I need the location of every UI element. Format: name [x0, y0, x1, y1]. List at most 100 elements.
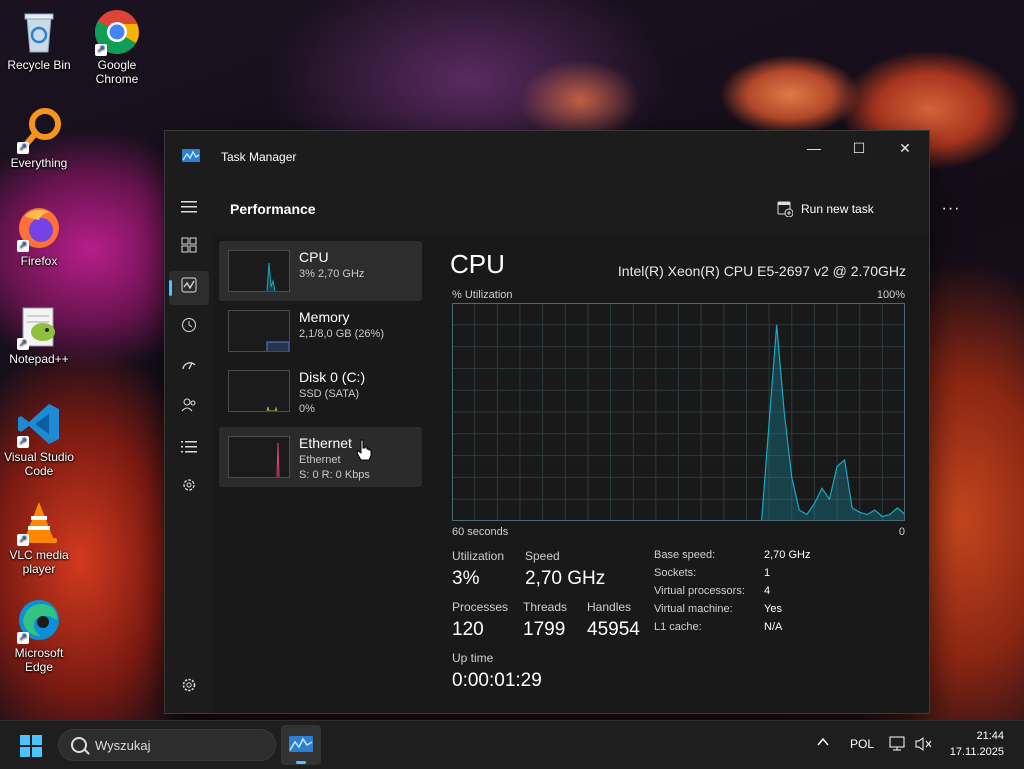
resource-name: Ethernet [299, 435, 352, 451]
desktop-icon-recycle-bin[interactable]: Recycle Bin [1, 8, 77, 72]
network-status-icon[interactable] [889, 736, 907, 755]
windows-logo-icon [20, 747, 30, 757]
resource-name: Disk 0 (C:) [299, 369, 366, 385]
detail-title: CPU [450, 249, 505, 279]
page-header: Performance Run new task ··· [213, 183, 959, 235]
clock-time: 21:44 [976, 730, 1004, 742]
search-placeholder: Wyszukaj [95, 738, 151, 753]
hamburger-icon[interactable] [177, 197, 201, 221]
resource-item-ethernet[interactable]: Ethernet Ethernet S: 0 R: 0 Kbps [219, 427, 422, 487]
desktop-icon-label: Recycle Bin [7, 58, 71, 72]
shortcut-arrow-icon: ↗ [17, 436, 29, 448]
spec-key: Virtual machine: [654, 603, 733, 615]
settings-gear-icon[interactable] [177, 677, 201, 701]
cpu-model-name: Intel(R) Xeon(R) CPU E5-2697 v2 @ 2.70GH… [617, 263, 906, 279]
desktop-icon-firefox[interactable]: ↗ Firefox [1, 204, 77, 268]
taskbar-task-manager-button[interactable] [281, 725, 321, 765]
performance-content: CPU 3% 2,70 GHz Memory 2,1/8,0 GB (26%) … [213, 235, 929, 713]
hand-cursor-icon [356, 439, 372, 461]
desktop-icon-label: VLC media player [9, 548, 69, 576]
spec-key: Virtual processors: [654, 585, 745, 597]
spec-key: Sockets: [654, 567, 697, 579]
threads-label: Threads [523, 600, 568, 614]
spec-value: 2,70 GHz [764, 549, 811, 561]
taskbar-clock[interactable]: 21:44 17.11.2025 [950, 728, 1004, 760]
input-language-indicator[interactable]: POL [850, 737, 874, 751]
recycle-bin-icon [15, 8, 63, 56]
desktop-icon-label: Everything [10, 156, 68, 170]
shortcut-arrow-icon: ↗ [17, 240, 29, 252]
desktop-icon-label: Google Chrome [95, 58, 139, 86]
shortcut-arrow-icon: ↗ [17, 632, 29, 644]
window-title: Task Manager [221, 150, 297, 164]
nav-startup-apps-icon[interactable] [177, 357, 201, 381]
windows-logo-icon [32, 735, 42, 745]
desktop-icon-visual-studio-code[interactable]: ↗ Visual Studio Code [1, 400, 77, 478]
taskbar: Wyszukaj POL 21:44 17.11.2025 [0, 720, 1024, 769]
more-options-button[interactable]: ··· [933, 197, 969, 221]
start-button[interactable] [20, 735, 42, 757]
utilization-label: Utilization [452, 549, 505, 563]
desktop-icon-notepad-plus-plus[interactable]: ↗ Notepad++ [1, 302, 77, 366]
uptime-value: 0:00:01:29 [452, 670, 542, 691]
nav-app-history-icon[interactable] [177, 317, 201, 341]
desktop-icon-label: Microsoft Edge [14, 646, 64, 674]
task-manager-app-icon [182, 149, 200, 162]
title-bar[interactable]: Task Manager — ☐ ✕ [165, 131, 929, 183]
task-manager-window: Task Manager — ☐ ✕ Performance Run new t… [164, 130, 959, 714]
running-indicator [296, 761, 306, 764]
ethernet-thumbnail-graph [228, 436, 290, 478]
desktop-icon-label: Visual Studio Code [4, 450, 74, 478]
desktop-icon-vlc-media-player[interactable]: ↗ VLC media player [1, 498, 77, 576]
vscode-icon: ↗ [15, 400, 63, 448]
show-hidden-icons-chevron-icon[interactable] [816, 735, 830, 752]
desktop-icon-everything[interactable]: ↗ Everything [1, 106, 77, 170]
resource-item-disk[interactable]: Disk 0 (C:) SSD (SATA) 0% [219, 361, 422, 421]
nav-services-icon[interactable] [177, 477, 201, 501]
notepad-plus-plus-icon: ↗ [15, 302, 63, 350]
resource-detail: 2,1/8,0 GB (26%) [299, 328, 384, 340]
resource-item-cpu[interactable]: CPU 3% 2,70 GHz [219, 241, 422, 301]
processes-value: 120 [452, 619, 484, 640]
taskbar-search-box[interactable]: Wyszukaj [58, 729, 276, 761]
minimize-icon: — [807, 140, 821, 156]
desktop-icon-microsoft-edge[interactable]: ↗ Microsoft Edge [1, 596, 77, 674]
speed-value: 2,70 GHz [525, 568, 606, 589]
volume-muted-icon[interactable] [915, 736, 933, 755]
desktop-icon-label: Firefox [20, 254, 58, 268]
spec-value: Yes [764, 603, 782, 615]
threads-value: 1799 [523, 619, 566, 640]
resource-detail: 3% 2,70 GHz [299, 268, 365, 280]
graph-min-label: 0 [898, 526, 905, 538]
maximize-button[interactable]: ☐ [836, 133, 882, 163]
search-icon [71, 737, 87, 753]
memory-thumbnail-graph [228, 310, 290, 352]
spec-value: 4 [764, 585, 771, 597]
everything-search-icon: ↗ [15, 106, 63, 154]
shortcut-arrow-icon: ↗ [17, 142, 29, 154]
run-new-task-button[interactable]: Run new task [769, 195, 882, 223]
navigation-rail [165, 183, 213, 713]
spec-key: Base speed: [654, 549, 716, 561]
resource-name: CPU [299, 249, 329, 265]
graph-max-label: 100% [876, 289, 905, 301]
desktop-icon-google-chrome[interactable]: ↗ Google Chrome [79, 8, 155, 86]
nav-performance-icon[interactable] [177, 277, 201, 301]
handles-label: Handles [587, 600, 632, 614]
nav-details-icon[interactable] [177, 437, 201, 461]
firefox-icon: ↗ [15, 204, 63, 252]
disk-thumbnail-graph [228, 370, 290, 412]
shortcut-arrow-icon: ↗ [95, 44, 107, 56]
windows-logo-icon [32, 747, 42, 757]
nav-users-icon[interactable] [177, 397, 201, 421]
close-icon: ✕ [899, 140, 911, 156]
minimize-button[interactable]: — [791, 133, 837, 163]
nav-processes-icon[interactable] [177, 237, 201, 261]
resource-item-memory[interactable]: Memory 2,1/8,0 GB (26%) [219, 301, 422, 361]
cpu-thumbnail-graph [228, 250, 290, 292]
resource-detail-secondary: 0% [299, 403, 315, 415]
maximize-icon: ☐ [852, 140, 866, 156]
run-new-task-icon [777, 201, 793, 217]
close-button[interactable]: ✕ [882, 133, 928, 163]
resource-detail: SSD (SATA) [299, 388, 360, 400]
